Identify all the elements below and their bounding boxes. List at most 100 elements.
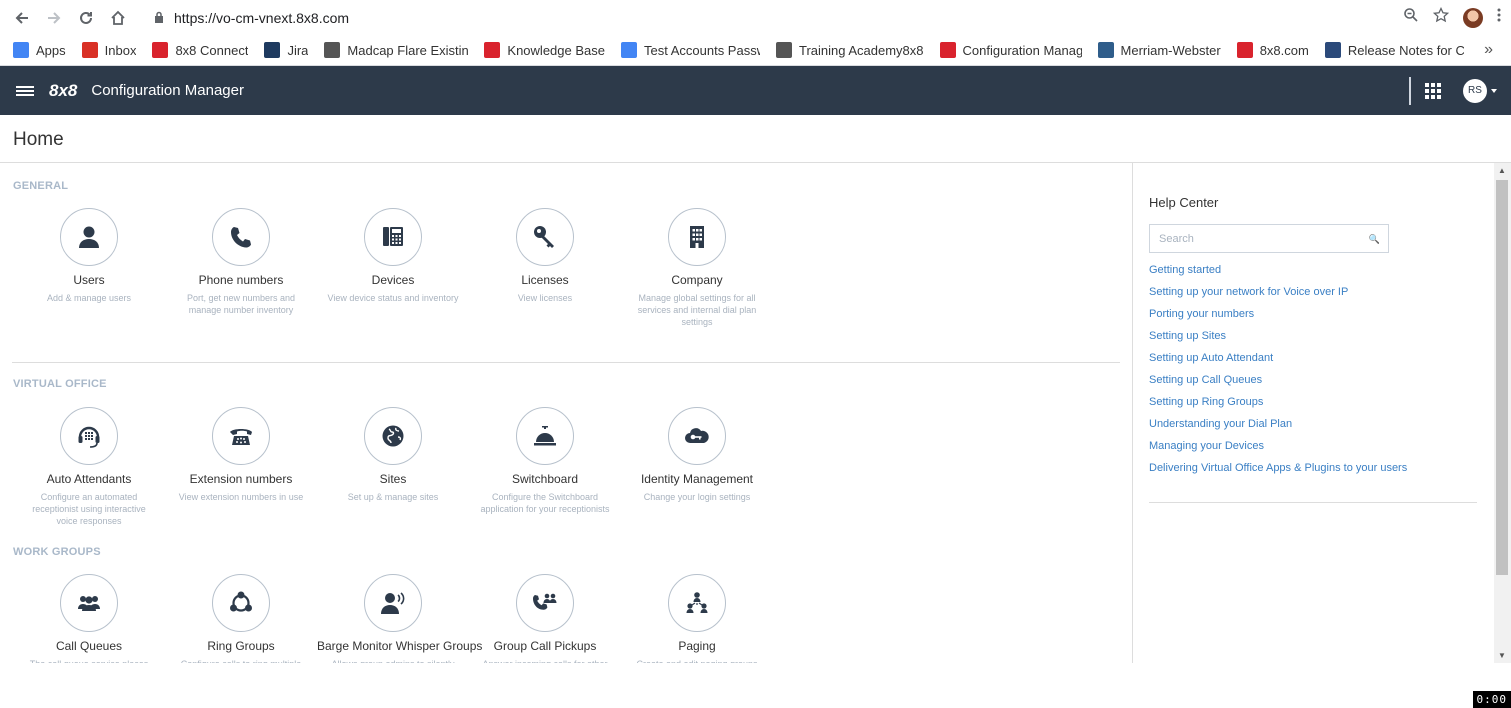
- bookmark-label: Merriam-Webster: [1120, 42, 1221, 58]
- bookmark-item[interactable]: 8x8 Connect: [152, 42, 248, 58]
- tile-group-call-pickups[interactable]: Group Call Pickups Answer incoming calls …: [469, 574, 621, 663]
- rotary-phone-icon[interactable]: [212, 407, 270, 465]
- tile-barge-monitor-whisper-groups[interactable]: Barge Monitor Whisper Groups Allows group…: [317, 574, 482, 663]
- bookmark-label: Release Notes for Ca: [1347, 42, 1464, 58]
- user-avatar[interactable]: RS: [1463, 78, 1487, 103]
- bookmark-item[interactable]: Release Notes for Ca: [1324, 42, 1464, 58]
- tile-label[interactable]: Company: [621, 273, 773, 287]
- ring-group-icon[interactable]: [212, 574, 270, 632]
- scroll-thumb[interactable]: [1496, 180, 1508, 575]
- bookmark-label: Configuration Manag: [962, 42, 1082, 58]
- help-link[interactable]: Managing your Devices: [1149, 439, 1407, 461]
- section-divider: [12, 362, 1120, 363]
- cloud-key-icon[interactable]: [668, 407, 726, 465]
- user-icon[interactable]: [60, 208, 118, 266]
- home-icon[interactable]: [102, 2, 134, 34]
- tile-label[interactable]: Switchboard: [469, 472, 621, 486]
- tile-users[interactable]: Users Add & manage users: [13, 208, 165, 304]
- bookmark-item[interactable]: 8x8.com: [1236, 42, 1309, 58]
- bookmark-item[interactable]: Knowledge Base: [484, 42, 605, 58]
- tile-licenses[interactable]: Licenses View licenses: [469, 208, 621, 304]
- help-link[interactable]: Understanding your Dial Plan: [1149, 417, 1407, 439]
- tile-label[interactable]: Users: [13, 273, 165, 287]
- bookmark-item[interactable]: Training Academy8x8: [775, 42, 924, 58]
- help-search-input[interactable]: Search 🔍: [1149, 224, 1389, 253]
- building-icon[interactable]: [668, 208, 726, 266]
- globe-icon[interactable]: [364, 407, 422, 465]
- desk-phone-icon[interactable]: [364, 208, 422, 266]
- tile-label[interactable]: Sites: [317, 472, 469, 486]
- url-bar[interactable]: https://vo-cm-vnext.8x8.com: [154, 10, 349, 26]
- app-launcher-icon[interactable]: [1425, 82, 1441, 99]
- reload-icon[interactable]: [70, 2, 102, 34]
- back-icon[interactable]: [6, 2, 38, 34]
- help-link[interactable]: Setting up Call Queues: [1149, 373, 1407, 395]
- profile-avatar[interactable]: [1463, 7, 1483, 28]
- tile-label[interactable]: Group Call Pickups: [469, 639, 621, 653]
- help-center-title: Help Center: [1149, 195, 1219, 210]
- tile-auto-attendants[interactable]: Auto Attendants Configure an automated re…: [13, 407, 165, 527]
- tile-label[interactable]: Ring Groups: [165, 639, 317, 653]
- tile-ring-groups[interactable]: Ring Groups Configure calls to ring multi…: [165, 574, 317, 663]
- headset-icon[interactable]: [60, 407, 118, 465]
- tile-label[interactable]: Licenses: [469, 273, 621, 287]
- group-icon[interactable]: [60, 574, 118, 632]
- help-link[interactable]: Getting started: [1149, 263, 1407, 285]
- group-pickup-icon[interactable]: [516, 574, 574, 632]
- section-title-work-groups: WORK GROUPS: [13, 546, 101, 558]
- header-divider: [1409, 76, 1411, 105]
- bookmark-item[interactable]: Test Accounts Passwc: [620, 42, 760, 58]
- tile-sites[interactable]: Sites Set up & manage sites: [317, 407, 469, 503]
- tile-description: Manage global settings for all services …: [637, 293, 757, 327]
- paging-icon[interactable]: [668, 574, 726, 632]
- tile-description: Answer incoming calls for other: [469, 658, 621, 663]
- page-icon: [775, 42, 792, 58]
- help-link[interactable]: Setting up Ring Groups: [1149, 395, 1407, 417]
- page-scrollbar[interactable]: ▲ ▼: [1494, 163, 1511, 663]
- tile-identity-management[interactable]: Identity Management Change your login set…: [621, 407, 773, 503]
- tile-label[interactable]: Identity Management: [621, 472, 773, 486]
- tile-phone-numbers[interactable]: Phone numbers Port, get new numbers and m…: [165, 208, 317, 316]
- app-title: Configuration Manager: [91, 82, 244, 99]
- tile-call-queues[interactable]: Call Queues The call queue service places…: [13, 574, 165, 663]
- tile-extension-numbers[interactable]: Extension numbers View extension numbers …: [165, 407, 317, 503]
- tile-label[interactable]: Devices: [317, 273, 469, 287]
- help-link[interactable]: Setting up your network for Voice over I…: [1149, 285, 1407, 307]
- bookmark-item[interactable]: Merriam-Webster: [1097, 42, 1221, 58]
- help-link[interactable]: Delivering Virtual Office Apps & Plugins…: [1149, 461, 1407, 483]
- tile-company[interactable]: Company Manage global settings for all se…: [621, 208, 773, 328]
- kebab-menu-icon[interactable]: [1497, 8, 1501, 27]
- menu-icon[interactable]: [0, 66, 49, 115]
- whisper-icon[interactable]: [364, 574, 422, 632]
- bookmarks-overflow-icon[interactable]: »: [1484, 41, 1493, 59]
- bookmark-label: Knowledge Base: [507, 42, 605, 58]
- forward-icon[interactable]: [38, 2, 70, 34]
- bookmark-label: Jira: [287, 42, 309, 58]
- scroll-up-icon[interactable]: ▲: [1498, 166, 1506, 175]
- tile-switchboard[interactable]: Switchboard Configure the Switchboard app…: [469, 407, 621, 515]
- bell-icon[interactable]: [516, 407, 574, 465]
- tile-devices[interactable]: Devices View device status and inventory: [317, 208, 469, 304]
- help-link[interactable]: Setting up Sites: [1149, 329, 1407, 351]
- tile-label[interactable]: Extension numbers: [165, 472, 317, 486]
- tile-label[interactable]: Call Queues: [13, 639, 165, 653]
- bookmark-item[interactable]: Inbox: [81, 42, 136, 58]
- bookmark-item[interactable]: Jira: [264, 42, 308, 58]
- help-link[interactable]: Porting your numbers: [1149, 307, 1407, 329]
- key-icon[interactable]: [516, 208, 574, 266]
- scroll-down-icon[interactable]: ▼: [1498, 651, 1506, 660]
- help-link[interactable]: Setting up Auto Attendant: [1149, 351, 1407, 373]
- tile-label[interactable]: Phone numbers: [165, 273, 317, 287]
- tile-paging[interactable]: Paging Create and edit paging groups: [621, 574, 773, 663]
- zoom-icon[interactable]: [1403, 7, 1419, 28]
- star-icon[interactable]: [1432, 6, 1450, 28]
- tile-label[interactable]: Barge Monitor Whisper Groups: [317, 639, 482, 653]
- tile-label[interactable]: Auto Attendants: [13, 472, 165, 486]
- phone-icon[interactable]: [212, 208, 270, 266]
- tile-label[interactable]: Paging: [621, 639, 773, 653]
- chevron-down-icon[interactable]: [1491, 88, 1497, 93]
- bookmark-item[interactable]: Madcap Flare Existinc: [324, 42, 468, 58]
- bookmark-item[interactable]: Apps: [13, 42, 66, 58]
- bookmark-item[interactable]: Configuration Manag: [939, 42, 1082, 58]
- 8x8-icon: [1236, 42, 1253, 58]
